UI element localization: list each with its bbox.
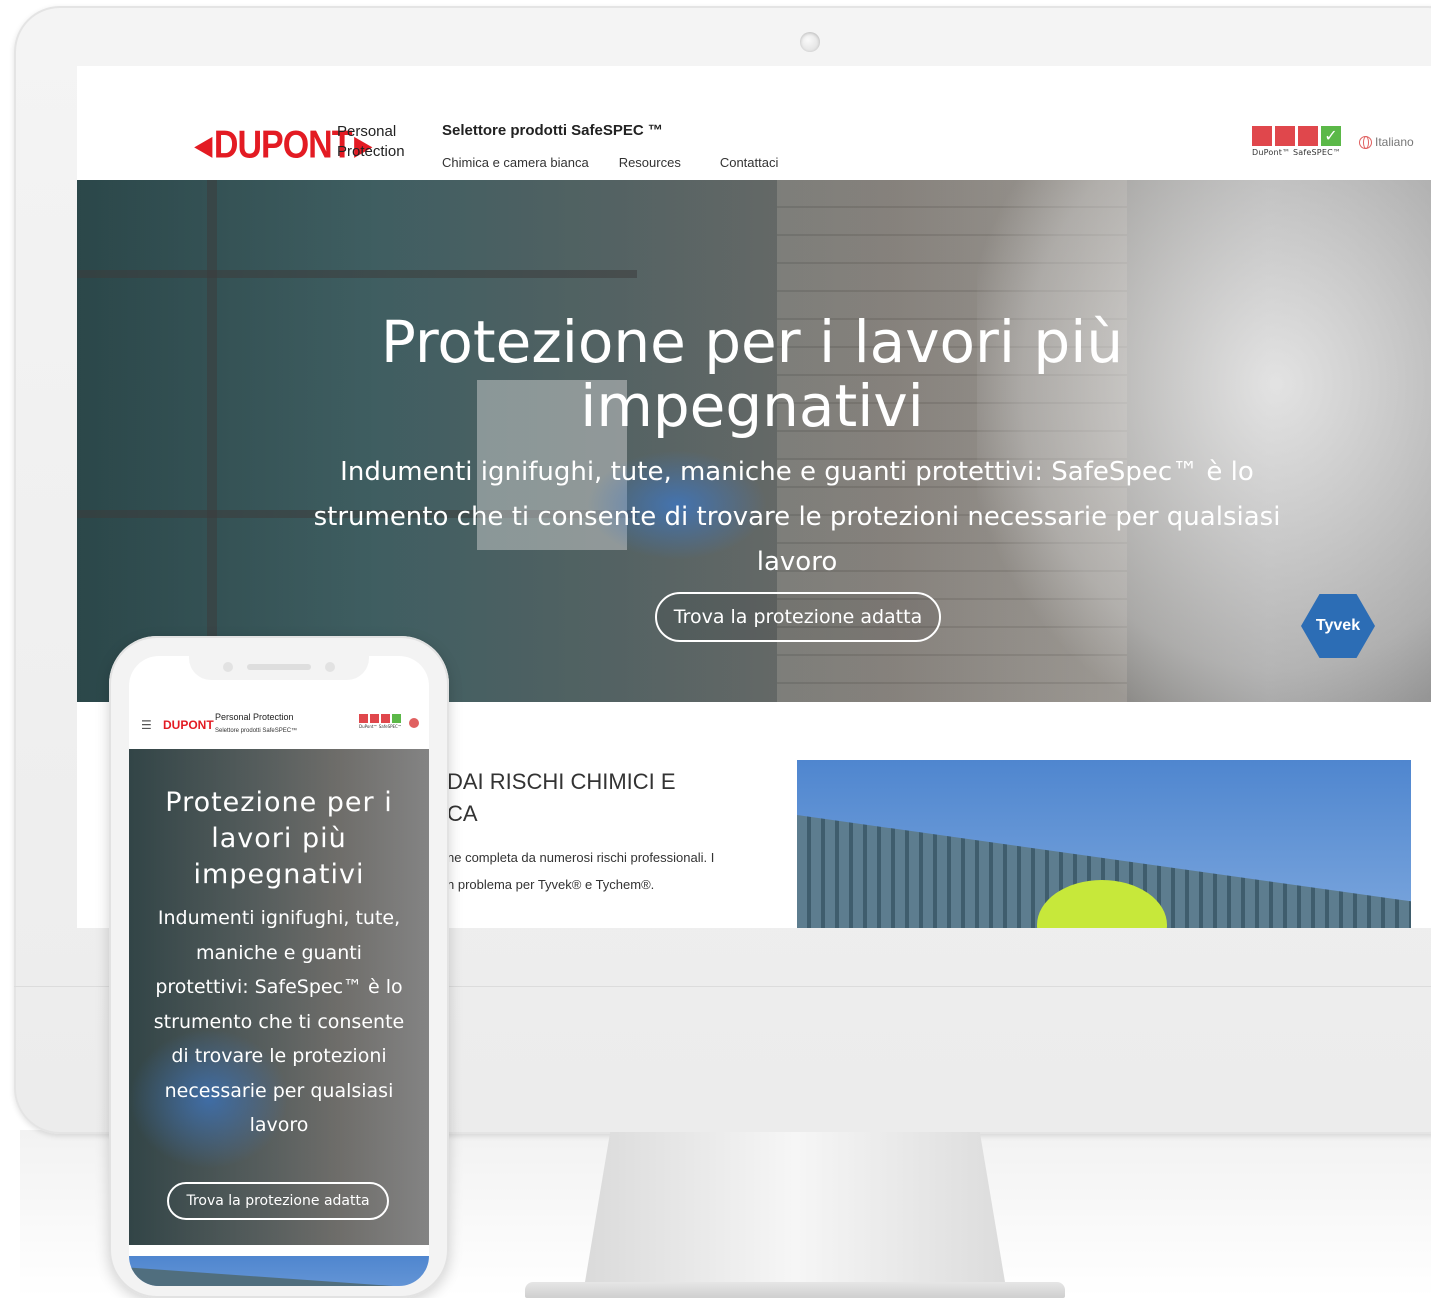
globe-icon (1359, 135, 1372, 149)
hero-subtitle: Indumenti ignifughi, tute, maniche e gua… (313, 457, 1281, 577)
section-text: ne completa da numerosi rischi professio… (447, 850, 715, 892)
safespec-square (370, 714, 379, 723)
site-header: ◀ DUPONT ▶ Personal Protection Selettore… (77, 66, 1431, 180)
mobile-screen: ☰ DUPONT Personal Protection Selettore p… (129, 656, 429, 1286)
mobile-brand: Personal Protection (215, 712, 294, 722)
section-heading: DAI RISCHI CHIMICI E CA (447, 769, 676, 826)
mobile-header: ☰ DUPONT Personal Protection Selettore p… (129, 704, 429, 750)
mobile-hero-title: Protezione per i lavori più impegnativi (165, 787, 393, 890)
chevron-left-icon: ◀ (195, 130, 212, 160)
nav-item-contattaci[interactable]: Contattaci (720, 155, 779, 170)
nav-item-resources[interactable]: Resources (619, 155, 681, 170)
check-icon (392, 714, 401, 723)
speaker-grille (247, 664, 311, 670)
safespec-square (1275, 126, 1295, 146)
brand-subtitle: Personal Protection (337, 123, 405, 160)
mobile-hero: Protezione per i lavori più impegnativi … (129, 749, 429, 1245)
roof-shape (129, 1267, 429, 1286)
section-image (797, 760, 1411, 928)
language-selector[interactable]: Italiano (1359, 135, 1414, 149)
tank-frame (207, 180, 217, 702)
find-protection-button[interactable]: Trova la protezione adatta (655, 592, 941, 642)
hero-title: Protezione per i lavori più impegnativi (380, 308, 1124, 440)
phone-notch (189, 656, 369, 680)
mobile-section-image (129, 1256, 429, 1286)
safespec-square (359, 714, 368, 723)
main-nav: Chimica e camera bianca Resources Contat… (442, 155, 778, 170)
language-label: Italiano (1375, 135, 1414, 149)
safespec-square (1298, 126, 1318, 146)
site-title[interactable]: Selettore prodotti SafeSPEC ™ (442, 122, 663, 139)
mobile-hero-subtitle: Indumenti ignifughi, tute, maniche e gua… (153, 907, 405, 1136)
hamburger-menu-icon[interactable]: ☰ (141, 718, 152, 732)
check-icon: ✓ (1321, 126, 1341, 146)
globe-icon[interactable] (409, 718, 419, 728)
nav-item-chimica[interactable]: Chimica e camera bianca (442, 155, 589, 170)
camera-icon (800, 32, 820, 52)
mobile-find-protection-button[interactable]: Trova la protezione adatta (167, 1182, 389, 1220)
mobile-phone: ☰ DUPONT Personal Protection Selettore p… (109, 636, 449, 1298)
mobile-dupont-logo[interactable]: DUPONT (163, 718, 214, 732)
hero-banner: Protezione per i lavori più impegnativi … (77, 180, 1431, 702)
safespec-square (1252, 126, 1272, 146)
mobile-safespec-logo[interactable]: DuPont™ SafeSPEC™ (359, 714, 402, 729)
safespec-tag: DuPont™ SafeSPEC™ (1252, 148, 1342, 157)
safespec-square (381, 714, 390, 723)
sensor-icon (325, 662, 335, 672)
camera-icon (223, 662, 233, 672)
mobile-safespec-tag: DuPont™ SafeSPEC™ (359, 724, 402, 729)
monitor-stand (585, 1132, 1005, 1282)
logo-text: DUPONT (213, 123, 353, 167)
monitor-stand-base (525, 1282, 1065, 1298)
safespec-logo[interactable]: ✓ DuPont™ SafeSPEC™ (1252, 126, 1344, 157)
mobile-site-title[interactable]: Selettore prodotti SafeSPEC™ (215, 728, 297, 734)
tank-frame (77, 270, 637, 278)
